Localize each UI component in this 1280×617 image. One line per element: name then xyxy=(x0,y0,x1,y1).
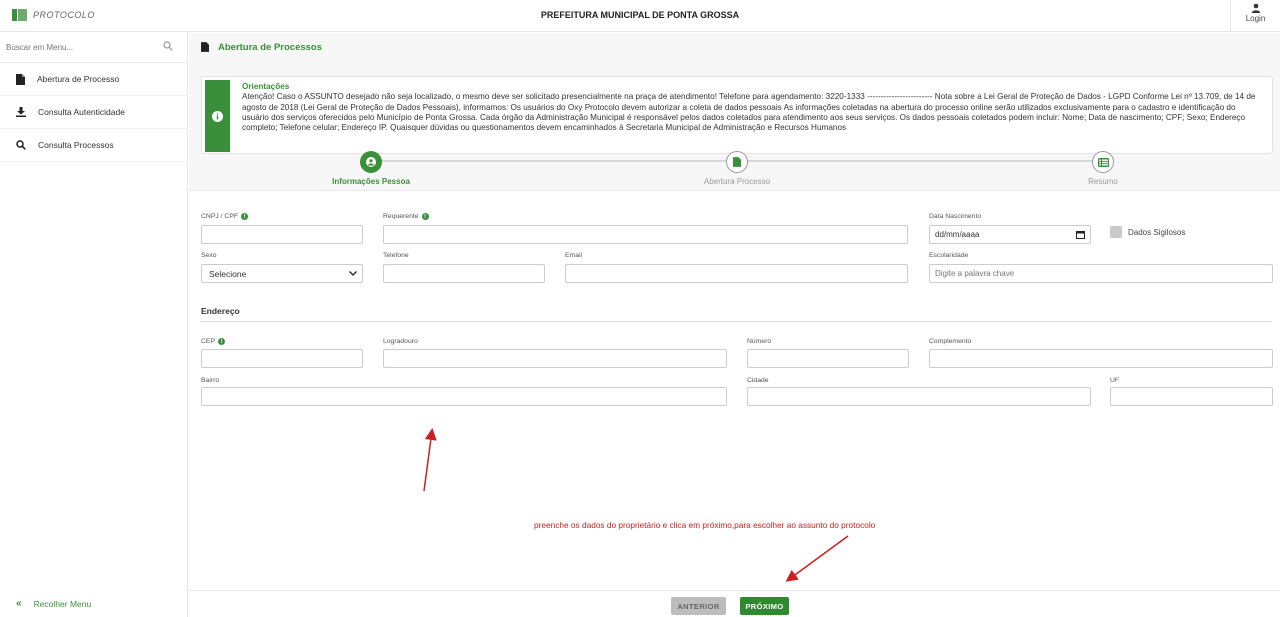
annotation-text: preenche os dados do proprietário e clic… xyxy=(534,520,876,530)
complemento-label: Complemento xyxy=(929,338,972,345)
sexo-selected-value: Selecione xyxy=(209,268,247,279)
download-icon xyxy=(16,107,26,117)
step-resumo[interactable]: Resumo xyxy=(1023,151,1183,186)
sidebar-item-label: Consulta Processos xyxy=(38,140,114,150)
org-title: PREFEITURA MUNICIPAL DE PONTA GROSSA xyxy=(540,10,740,20)
requerente-label-text: Requerente xyxy=(383,213,419,220)
alert-side-bar xyxy=(205,80,230,152)
requerente-label: Requerente! xyxy=(383,213,429,220)
nascimento-label: Data Nascimento xyxy=(929,213,982,220)
cpf-input[interactable] xyxy=(201,225,363,244)
step-circle xyxy=(360,151,382,173)
step-label: Abertura Processo xyxy=(703,177,771,186)
uf-label: UF xyxy=(1110,377,1120,384)
endereco-section-title: Endereço xyxy=(201,306,240,316)
telefone-label: Telefone xyxy=(383,252,409,259)
checkbox-box[interactable] xyxy=(1110,226,1122,238)
dados-sigilosos-checkbox[interactable]: Dados Sigilosos xyxy=(1110,226,1185,238)
collapse-menu-label: Recolher Menu xyxy=(33,598,92,609)
requerente-input[interactable] xyxy=(383,225,908,244)
cpf-label: CNPJ / CPF! xyxy=(201,213,249,220)
sexo-label: Sexo xyxy=(201,252,217,259)
sidebar-item-abertura-processo[interactable]: Abertura de Processo xyxy=(0,63,187,96)
sidebar-item-consulta-processos[interactable]: Consulta Processos xyxy=(0,129,187,162)
file-icon xyxy=(733,157,741,167)
login-button[interactable]: Login xyxy=(1230,0,1280,32)
file-icon xyxy=(201,42,209,52)
page-title: Abertura de Processos xyxy=(218,41,323,53)
step-circle xyxy=(1092,151,1114,173)
step-circle xyxy=(726,151,748,173)
cidade-input[interactable] xyxy=(747,387,1091,406)
logradouro-label: Logradouro xyxy=(383,338,418,345)
email-label: Email xyxy=(565,252,582,259)
orientation-alert: Orientações Atenção! Caso o ASSUNTO dese… xyxy=(201,76,1273,154)
sidebar-item-label: Consulta Autenticidade xyxy=(38,107,125,117)
alert-title: Orientações xyxy=(242,82,290,91)
cidade-label: Cidade xyxy=(747,377,769,384)
top-bar: PROTOCOLO PREFEITURA MUNICIPAL DE PONTA … xyxy=(0,0,1280,32)
telefone-input[interactable] xyxy=(383,264,545,283)
sidebar-item-label: Abertura de Processo xyxy=(37,74,120,84)
escolaridade-input[interactable] xyxy=(929,264,1273,283)
uf-input[interactable] xyxy=(1110,387,1273,406)
info-icon xyxy=(212,110,223,122)
page-header: Abertura de Processos xyxy=(189,33,1280,61)
main-content: Abertura de Processos Orientações Atençã… xyxy=(189,33,1280,590)
footer-bar: ANTERIOR PRÓXIMO xyxy=(189,590,1280,617)
chevron-down-icon xyxy=(349,271,357,276)
file-icon xyxy=(16,73,25,85)
info-icon[interactable]: ! xyxy=(217,338,225,345)
bairro-label: Bairro xyxy=(201,377,220,384)
search-icon[interactable] xyxy=(163,41,173,51)
logradouro-input[interactable] xyxy=(383,349,727,368)
step-label: Informações Pessoa xyxy=(332,177,410,186)
email-input[interactable] xyxy=(565,264,908,283)
proximo-button[interactable]: PRÓXIMO xyxy=(740,597,789,615)
double-chevron-left-icon: « xyxy=(16,598,22,609)
calendar-icon[interactable] xyxy=(1076,230,1085,239)
login-label: Login xyxy=(1245,14,1266,23)
numero-label: Número xyxy=(747,338,772,345)
search-icon xyxy=(16,140,26,150)
step-informacoes-pessoa[interactable]: Informações Pessoa xyxy=(291,151,451,186)
complemento-input[interactable] xyxy=(929,349,1273,368)
stepper: Informações Pessoa Abertura Processo Res… xyxy=(189,148,1280,190)
step-abertura-processo[interactable]: Abertura Processo xyxy=(657,151,817,186)
list-icon xyxy=(1097,157,1109,167)
cep-label-text: CEP xyxy=(201,338,215,345)
user-icon xyxy=(1251,3,1260,13)
escolaridade-label: Escolaridade xyxy=(929,252,969,259)
date-value: dd/mm/aaaa xyxy=(935,230,980,239)
info-icon[interactable]: ! xyxy=(421,213,429,220)
anterior-button[interactable]: ANTERIOR xyxy=(671,597,726,615)
form-card: CNPJ / CPF! Requerente! Data Nascimento … xyxy=(189,190,1280,590)
alert-body: Orientações Atenção! Caso o ASSUNTO dese… xyxy=(242,82,1257,133)
sidebar-search xyxy=(0,32,187,63)
numero-input[interactable] xyxy=(747,349,909,368)
bairro-input[interactable] xyxy=(201,387,727,406)
user-icon xyxy=(366,157,376,167)
sidebar-item-consulta-autenticidade[interactable]: Consulta Autenticidade xyxy=(0,96,187,129)
dados-sigilosos-label: Dados Sigilosos xyxy=(1128,227,1186,237)
cep-input[interactable] xyxy=(201,349,363,368)
alert-text: Atenção! Caso o ASSUNTO desejado não sej… xyxy=(242,92,1256,133)
sidebar-search-input[interactable] xyxy=(0,32,150,62)
sidebar: Abertura de Processo Consulta Autenticid… xyxy=(0,32,188,617)
cpf-label-text: CNPJ / CPF xyxy=(201,213,239,220)
cep-label: CEP! xyxy=(201,338,225,345)
step-label: Resumo xyxy=(1088,177,1118,186)
info-icon[interactable]: ! xyxy=(241,213,249,220)
sexo-select[interactable]: Selecione xyxy=(201,264,363,283)
section-divider xyxy=(201,321,1272,322)
nascimento-date-input[interactable]: dd/mm/aaaa xyxy=(929,225,1091,244)
collapse-menu-button[interactable]: « Recolher Menu xyxy=(16,598,91,609)
